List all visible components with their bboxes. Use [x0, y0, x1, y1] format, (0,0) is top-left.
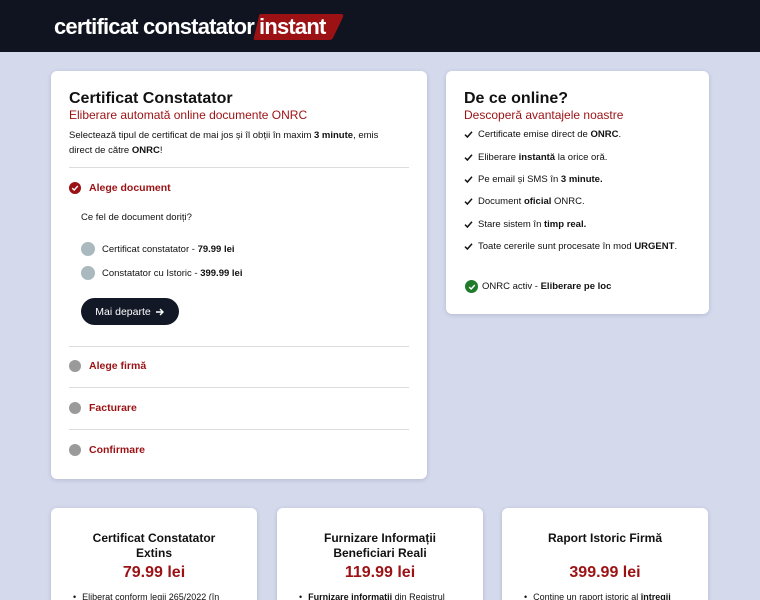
- product-card-istoric[interactable]: Raport Istoric Firmă 399.99 lei Conține …: [502, 508, 708, 600]
- check-icon: [464, 221, 473, 229]
- check-icon: [464, 198, 473, 206]
- check-circle-icon: [69, 182, 81, 194]
- next-button-label: Mai departe: [95, 305, 151, 318]
- product-title: Furnizare Informații Beneficiari Reali: [323, 531, 436, 560]
- step-dot-icon: [69, 360, 81, 372]
- status-check-icon: [465, 280, 478, 293]
- step-label: Confirmare: [89, 444, 146, 456]
- product-title: Raport Istoric Firmă: [547, 531, 663, 545]
- advantages-subtitle: Descoperă avantajele noastre: [464, 108, 624, 122]
- next-button[interactable]: Mai departe: [81, 298, 179, 325]
- option-certificat-constatator[interactable]: Certificat constatator - 79.99 lei: [81, 242, 235, 256]
- form-intro: Selectează tipul de certificat de mai jo…: [69, 130, 379, 156]
- advantages-card: De ce online? Descoperă avantajele noast…: [446, 71, 709, 314]
- check-icon: [464, 131, 473, 139]
- step-alege-document[interactable]: Alege document: [69, 180, 171, 196]
- arrow-right-icon: [155, 308, 164, 315]
- advantage-item: Eliberare instantă la orice oră.: [464, 152, 607, 163]
- onrc-status: ONRC activ - Eliberare pe loc: [465, 280, 611, 293]
- product-card-beneficiari[interactable]: Furnizare Informații Beneficiari Reali 1…: [277, 508, 483, 600]
- document-question: Ce fel de document doriți?: [81, 212, 192, 223]
- form-title: Certificat Constatator: [69, 90, 233, 107]
- advantage-item: Pe email și SMS în 3 minute.: [464, 174, 603, 185]
- product-price: 119.99 lei: [344, 564, 416, 581]
- advantage-item: Document oficial ONRC.: [464, 196, 585, 207]
- site-logo[interactable]: certificat constatator instant: [54, 12, 344, 42]
- step-dot-icon: [69, 444, 81, 456]
- divider: [69, 167, 409, 168]
- option-label: Certificat constatator - 79.99 lei: [102, 243, 235, 255]
- check-icon: [464, 176, 473, 184]
- divider: [69, 429, 409, 430]
- radio-button[interactable]: [81, 242, 95, 256]
- logo-badge: instant: [253, 12, 344, 42]
- product-bullet: Eliberat conform legii 265/2022 (în: [73, 592, 243, 600]
- step-facturare[interactable]: Facturare: [69, 400, 137, 416]
- advantage-item: Stare sistem în timp real.: [464, 219, 586, 230]
- option-label: Constatator cu Istoric - 399.99 lei: [102, 267, 243, 279]
- product-card-extins[interactable]: Certificat Constatator Extins 79.99 lei …: [51, 508, 257, 600]
- product-price: 79.99 lei: [122, 564, 186, 581]
- radio-button[interactable]: [81, 266, 95, 280]
- top-bar: certificat constatator instant: [0, 0, 760, 52]
- divider: [69, 387, 409, 388]
- form-subtitle: Eliberare automată online documente ONRC: [69, 108, 308, 122]
- order-form-card: Certificat Constatator Eliberare automat…: [51, 71, 427, 479]
- logo-main-text: certificat constatator: [54, 14, 255, 39]
- step-label: Alege document: [89, 182, 171, 194]
- product-price: 399.99 lei: [569, 564, 641, 581]
- product-bullet: Furnizare informații din Registrul: [299, 592, 469, 600]
- advantages-title: De ce online?: [464, 90, 569, 107]
- step-confirmare[interactable]: Confirmare: [69, 442, 145, 458]
- divider: [69, 346, 409, 347]
- step-label: Facturare: [89, 402, 137, 414]
- product-bullet: Conține un raport istoric al întregii: [524, 592, 694, 600]
- step-alege-firma[interactable]: Alege firmă: [69, 358, 146, 374]
- logo-badge-text: instant: [259, 14, 326, 39]
- product-title: Certificat Constatator Extins: [92, 531, 216, 560]
- step-label: Alege firmă: [89, 360, 147, 372]
- option-constatator-istoric[interactable]: Constatator cu Istoric - 399.99 lei: [81, 266, 242, 280]
- step-dot-icon: [69, 402, 81, 414]
- advantage-item: Toate cererile sunt procesate în mod URG…: [464, 241, 677, 252]
- advantage-item: Certificate emise direct de ONRC.: [464, 129, 621, 140]
- check-icon: [464, 243, 473, 251]
- check-icon: [464, 154, 473, 162]
